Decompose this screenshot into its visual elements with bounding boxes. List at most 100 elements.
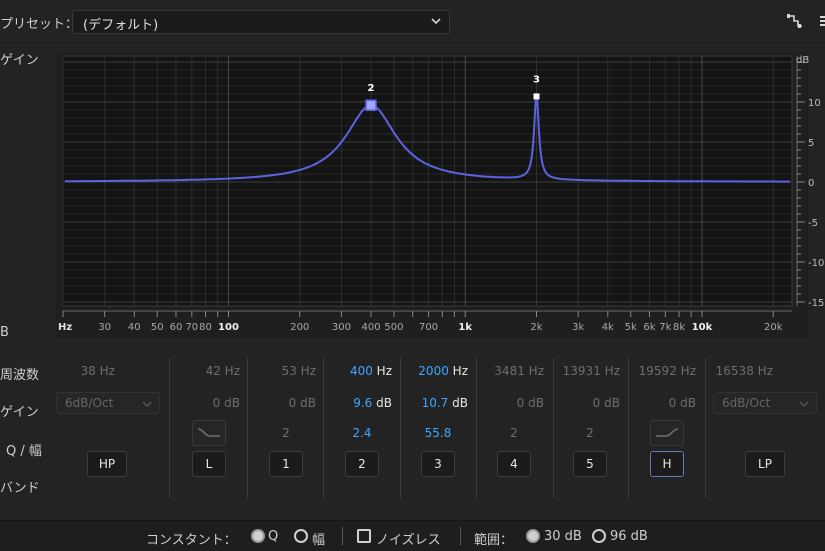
frequency-unit: Hz [300, 364, 316, 378]
band-2-frequency[interactable]: 400 Hz [350, 364, 392, 378]
band-5-frequency[interactable]: 13931 Hz [563, 364, 620, 378]
band-1-frequency[interactable]: 53 Hz [282, 364, 316, 378]
band-4-frequency[interactable]: 3481 Hz [494, 364, 544, 378]
band-1-q[interactable]: 2 [266, 426, 306, 440]
band-2-handle [365, 99, 377, 111]
gain-value: 0 [288, 396, 297, 410]
noiseless-label: ノイズレス [376, 533, 441, 548]
band-1-gain[interactable]: 0 dB [289, 396, 316, 410]
column-divider [705, 358, 706, 498]
slope-value: 6dB/Oct [722, 396, 771, 410]
band-4-q[interactable]: 2 [494, 426, 534, 440]
frequency-value: 3481 [494, 364, 525, 378]
x-tick-label: 200 [290, 322, 309, 333]
y-tick-label: 0 [808, 178, 814, 189]
x-tick-label: 2k [530, 322, 542, 333]
band-H-button[interactable]: H [650, 451, 684, 477]
frequency-unit: Hz [528, 364, 544, 378]
column-divider [476, 358, 477, 498]
band-L-shape-button[interactable] [192, 420, 226, 446]
band-H-frequency[interactable]: 19592 Hz [639, 364, 696, 378]
band-LP-slope-dropdown[interactable]: 6dB/Oct [713, 392, 817, 414]
band-L-gain[interactable]: 0 dB [213, 396, 240, 410]
slope-value: 6dB/Oct [65, 396, 114, 410]
x-tick-label: 300 [332, 322, 351, 333]
band-5-q[interactable]: 2 [570, 426, 610, 440]
band-5-button[interactable]: 5 [573, 451, 607, 477]
band-L-frequency[interactable]: 42 Hz [206, 364, 240, 378]
x-tick-label: 6k [643, 322, 655, 333]
band-2-q[interactable]: 2.4 [342, 426, 382, 440]
x-tick-label: 5k [625, 322, 637, 333]
constant-width-label: 幅 [312, 533, 326, 548]
range-96-radio[interactable] [592, 529, 606, 543]
x-tick-label: 100 [218, 322, 239, 333]
gain-label: ゲイン [0, 405, 39, 420]
gain-unit: dB [224, 396, 240, 410]
eq-graph[interactable]: 1050-5-10-15 30 40 50 60 70 80 100 200 300 400 500… [0, 0, 825, 345]
x-tick-label: 40 [128, 322, 141, 333]
constant-q-radio[interactable] [251, 529, 265, 543]
band-3-button[interactable]: 3 [421, 451, 455, 477]
band-L-button[interactable]: L [192, 451, 226, 477]
x-tick-label: 30 [98, 322, 111, 333]
frequency-value: 42 [205, 364, 221, 378]
divider [460, 527, 461, 545]
range-30-label: 30 dB [544, 529, 582, 544]
x-tick-label: 1k [458, 322, 472, 333]
band-3-frequency[interactable]: 2000 Hz [418, 364, 468, 378]
band-HP-slope-dropdown[interactable]: 6dB/Oct [56, 392, 160, 414]
band-LP-button[interactable]: LP [745, 451, 785, 477]
hz-unit-label: Hz [58, 322, 72, 333]
band-LP-frequency[interactable]: 16538 Hz [716, 364, 773, 378]
band-HP-button[interactable]: HP [87, 451, 127, 477]
band-HP-frequency[interactable]: 38 Hz [81, 364, 115, 378]
constant-width-radio[interactable] [294, 529, 308, 543]
column-divider [323, 358, 324, 498]
x-tick-label: 50 [151, 322, 164, 333]
q-width-label: Q / 幅 [6, 444, 42, 459]
band-3-handle [533, 93, 540, 100]
gain-unit: dB [300, 396, 316, 410]
frequency-unit: Hz [99, 364, 115, 378]
band-2-gain[interactable]: 9.6 dB [353, 396, 392, 410]
gain-value: 9.6 [353, 396, 373, 410]
frequency-unit: Hz [757, 364, 773, 378]
frequency-value: 38 [80, 364, 96, 378]
band-4-gain[interactable]: 0 dB [517, 396, 544, 410]
range-label: 範囲： [474, 533, 514, 548]
band-marker-label: 3 [533, 74, 540, 85]
constant-label: コンスタント： [146, 533, 237, 548]
band-marker-label: 2 [368, 83, 375, 94]
y-tick-label: -15 [808, 298, 824, 309]
options-bar: コンスタント： Q 幅 ノイズレス 範囲： 30 dB 96 dB [0, 520, 825, 551]
band-5-gain[interactable]: 0 dB [593, 396, 620, 410]
x-tick-label: 4k [602, 322, 614, 333]
gain-value: 10.7 [421, 396, 449, 410]
band-3-gain[interactable]: 10.7 dB [422, 396, 468, 410]
y-tick-label: -5 [808, 218, 818, 229]
column-divider [169, 358, 170, 498]
x-tick-label: 700 [419, 322, 438, 333]
gain-unit: dB [604, 396, 620, 410]
high-shelf-icon [656, 428, 679, 437]
gain-unit: dB [680, 396, 696, 410]
gain-value: 0 [212, 396, 221, 410]
band-4-button[interactable]: 4 [497, 451, 531, 477]
band-1-button[interactable]: 1 [269, 451, 303, 477]
band-H-gain[interactable]: 0 dB [669, 396, 696, 410]
x-tick-label: 80 [199, 322, 212, 333]
x-tick-label: 60 [170, 322, 183, 333]
column-divider [400, 358, 401, 498]
band-3-q[interactable]: 55.8 [418, 426, 458, 440]
band-label: バンド [0, 481, 40, 496]
y-tick-label: 10 [808, 98, 821, 109]
gain-unit: dB [452, 396, 468, 410]
range-30-radio[interactable] [526, 529, 540, 543]
column-divider [553, 358, 554, 498]
db-unit-label: dB [796, 55, 809, 66]
x-tick-label: 400 [361, 322, 380, 333]
band-2-button[interactable]: 2 [345, 451, 379, 477]
noiseless-checkbox[interactable] [357, 529, 371, 543]
band-H-shape-button[interactable] [650, 420, 684, 446]
